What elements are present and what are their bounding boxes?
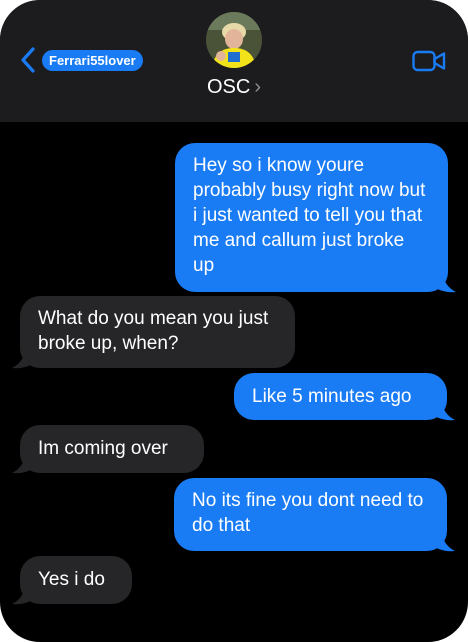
contact-name: OSC xyxy=(206,76,251,98)
bubble-tail xyxy=(432,272,456,293)
message-text: Hey so i know youre probably busy right … xyxy=(193,155,426,276)
sent-message[interactable]: Like 5 minutes ago xyxy=(234,373,447,420)
back-button[interactable]: Ferrari55lover xyxy=(18,46,143,74)
video-camera-icon[interactable] xyxy=(412,50,446,72)
received-message[interactable]: Yes i do xyxy=(20,556,132,604)
chevron-left-icon xyxy=(21,47,35,73)
message-text: Im coming over xyxy=(38,438,168,459)
chevron-right-icon: › xyxy=(254,76,261,98)
received-message[interactable]: Im coming over xyxy=(20,425,204,473)
sent-message[interactable]: No its fine you dont need to do that xyxy=(174,478,447,551)
message-text: Like 5 minutes ago xyxy=(252,386,412,407)
received-message[interactable]: What do you mean you just broke up, when… xyxy=(20,296,295,368)
sent-message[interactable]: Hey so i know youre probably busy right … xyxy=(175,143,448,292)
conversation-header: Ferrari55lover OSC › xyxy=(0,0,468,122)
back-label[interactable]: Ferrari55lover xyxy=(42,49,143,71)
bubble-tail xyxy=(12,584,36,605)
contact-avatar[interactable] xyxy=(206,12,262,68)
avatar-image xyxy=(206,12,262,68)
phone-screen: Ferrari55lover OSC › Hey so i know youre … xyxy=(0,0,468,642)
bubble-tail xyxy=(12,453,36,474)
bubble-tail xyxy=(12,348,36,369)
message-text: What do you mean you just broke up, when… xyxy=(38,308,269,354)
contact-name-button[interactable]: OSC › xyxy=(0,76,468,99)
bubble-tail xyxy=(431,400,455,421)
message-text: Yes i do xyxy=(38,569,105,590)
message-text: No its fine you dont need to do that xyxy=(192,490,424,536)
bubble-tail xyxy=(431,531,455,552)
